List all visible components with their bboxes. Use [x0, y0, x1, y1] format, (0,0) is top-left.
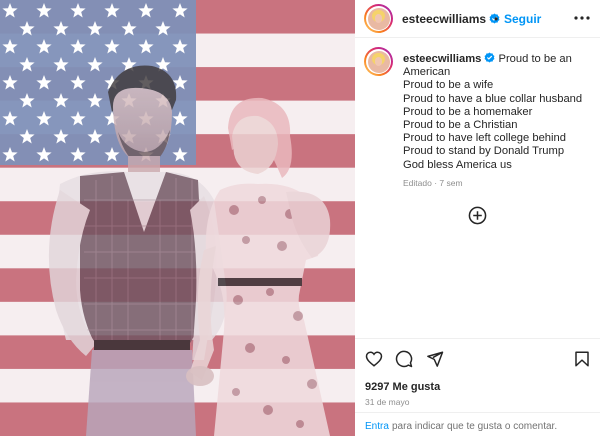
- instagram-post: esteecwilliams • Seguir esteecwilliams P…: [0, 0, 600, 436]
- send-icon[interactable]: [426, 350, 444, 368]
- caption-line: Proud to be a homemaker: [403, 105, 533, 118]
- caption-line: Proud to stand by Donald Trump: [403, 145, 565, 158]
- comment-prompt-text: para indicar que te gusta o comentar.: [392, 421, 558, 432]
- caption-line: Proud to have left college behind: [403, 132, 566, 145]
- caption-username[interactable]: esteecwilliams: [403, 53, 481, 65]
- comment-icon[interactable]: [395, 350, 413, 368]
- caption-line: Proud to have a blue collar husband: [403, 92, 583, 105]
- caption-line: God bless America us: [403, 158, 512, 171]
- post-age[interactable]: 7 sem: [439, 178, 462, 188]
- post-sidebar: esteecwilliams • Seguir esteecwilliams P…: [355, 0, 600, 436]
- post-actions: 9297 Me gusta 31 de mayo Entra para indi…: [355, 338, 600, 436]
- bookmark-icon[interactable]: [573, 350, 591, 368]
- profile-avatar-ring[interactable]: [364, 4, 393, 33]
- post-header: esteecwilliams • Seguir: [355, 0, 600, 38]
- header-username[interactable]: esteecwilliams: [402, 12, 500, 26]
- post-photo[interactable]: [0, 0, 355, 436]
- post-caption: esteecwilliams Proud to be an American P…: [403, 52, 595, 172]
- post-date[interactable]: 31 de mayo: [365, 397, 409, 407]
- caption-line: Proud to be a Christian: [403, 119, 518, 132]
- avatar[interactable]: [367, 7, 390, 30]
- follow-button[interactable]: Seguir: [504, 12, 541, 26]
- comment-prompt: Entra para indicar que te gusta o coment…: [355, 412, 600, 436]
- add-circle-icon[interactable]: [468, 206, 487, 225]
- login-link[interactable]: Entra: [365, 421, 389, 432]
- heart-icon[interactable]: [365, 350, 383, 368]
- header-username-text[interactable]: esteecwilliams: [402, 12, 486, 26]
- caption-meta: Editado · 7 sem: [403, 178, 463, 188]
- edited-label: Editado: [403, 178, 432, 188]
- verified-badge-icon: [484, 52, 495, 63]
- flag-couple-image: [0, 0, 355, 436]
- caption-avatar-ring[interactable]: [364, 47, 393, 76]
- more-options-icon[interactable]: [573, 10, 591, 26]
- likes-count[interactable]: 9297 Me gusta: [365, 381, 440, 393]
- header-separator: •: [494, 12, 499, 26]
- avatar[interactable]: [367, 50, 390, 73]
- caption-line: Proud to be a wife: [403, 79, 494, 92]
